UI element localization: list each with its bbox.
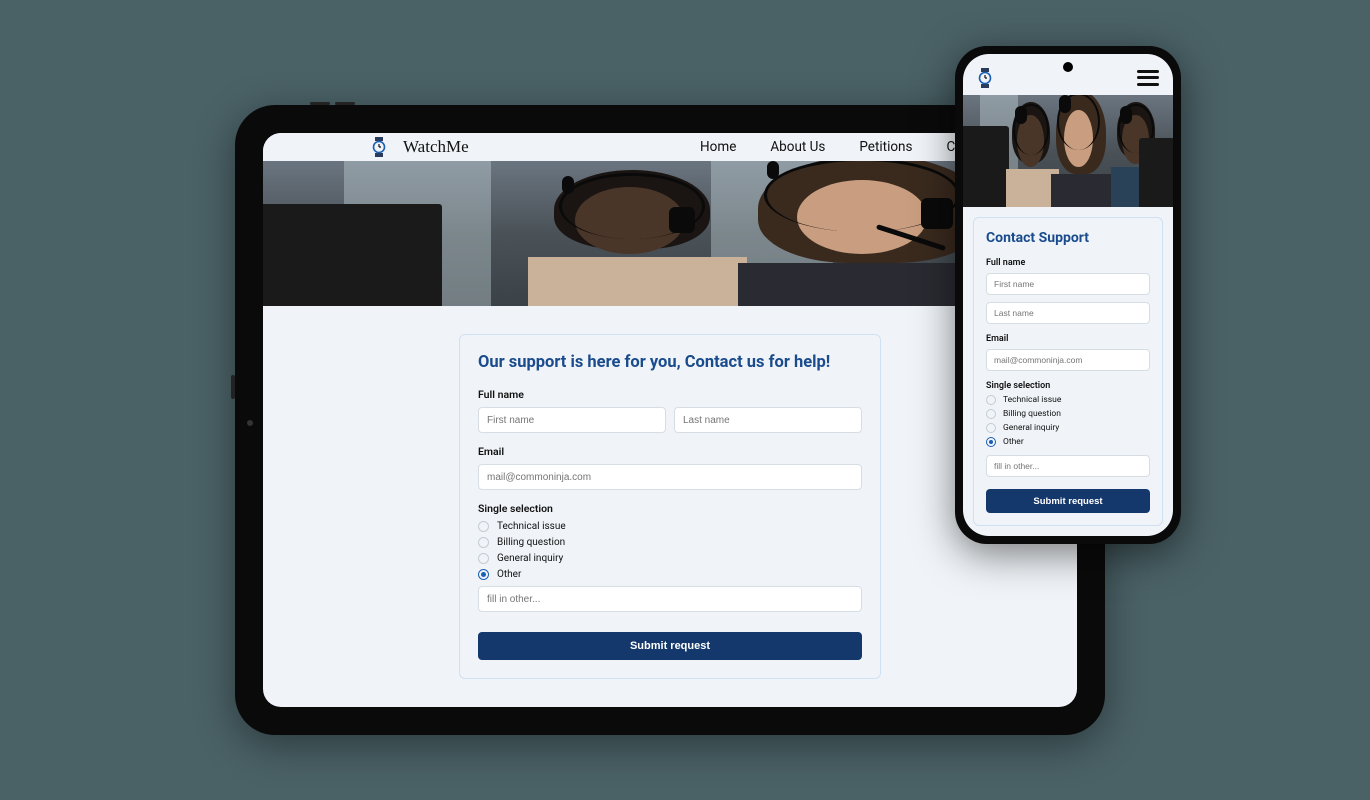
tablet-physical-button bbox=[310, 102, 330, 105]
tablet-physical-button bbox=[231, 375, 235, 399]
single-selection-label: Single selection bbox=[478, 502, 862, 515]
radio-other[interactable]: Other bbox=[478, 569, 862, 580]
email-input[interactable] bbox=[478, 464, 862, 490]
last-name-input[interactable] bbox=[674, 407, 862, 433]
form-title: Our support is here for you, Contact us … bbox=[478, 353, 862, 372]
hamburger-icon[interactable] bbox=[1137, 70, 1159, 86]
first-name-input[interactable] bbox=[986, 273, 1150, 295]
nav-home[interactable]: Home bbox=[700, 139, 736, 155]
email-input[interactable] bbox=[986, 349, 1150, 371]
watch-icon bbox=[371, 137, 387, 157]
form-title: Contact Support bbox=[986, 230, 1150, 246]
submit-button[interactable]: Submit request bbox=[986, 489, 1150, 513]
brand-name: WatchMe bbox=[403, 137, 469, 157]
contact-form-card: Contact Support Full name Email Single s… bbox=[973, 217, 1163, 526]
other-input[interactable] bbox=[986, 455, 1150, 477]
radio-general[interactable]: General inquiry bbox=[478, 553, 862, 564]
radio-icon bbox=[478, 537, 489, 548]
radio-icon bbox=[478, 553, 489, 564]
radio-label: Billing question bbox=[497, 537, 565, 548]
radio-other[interactable]: Other bbox=[986, 437, 1150, 447]
nav-petitions[interactable]: Petitions bbox=[859, 139, 912, 155]
form-area: Contact Support Full name Email Single s… bbox=[963, 207, 1173, 536]
phone-camera bbox=[1063, 62, 1073, 72]
full-name-label: Full name bbox=[478, 388, 862, 401]
phone-device: Contact Support Full name Email Single s… bbox=[955, 46, 1181, 544]
single-selection-label: Single selection bbox=[986, 381, 1150, 391]
radio-icon bbox=[986, 437, 996, 447]
contact-form-card: Our support is here for you, Contact us … bbox=[459, 334, 881, 679]
tablet-camera bbox=[247, 420, 253, 426]
radio-label: Technical issue bbox=[1003, 395, 1061, 405]
radio-label: Other bbox=[497, 569, 521, 580]
email-label: Email bbox=[478, 445, 862, 458]
main-nav: Home About Us Petitions Co bbox=[700, 139, 963, 155]
radio-icon bbox=[986, 409, 996, 419]
radio-label: General inquiry bbox=[497, 553, 563, 564]
radio-label: Technical issue bbox=[497, 521, 566, 532]
radio-billing[interactable]: Billing question bbox=[478, 537, 862, 548]
radio-label: Billing question bbox=[1003, 409, 1061, 419]
radio-technical[interactable]: Technical issue bbox=[986, 395, 1150, 405]
radio-icon bbox=[478, 569, 489, 580]
other-input[interactable] bbox=[478, 586, 862, 612]
tablet-physical-button bbox=[335, 102, 355, 105]
submit-button[interactable]: Submit request bbox=[478, 632, 862, 660]
phone-screen: Contact Support Full name Email Single s… bbox=[963, 54, 1173, 536]
watch-icon bbox=[977, 68, 993, 88]
hero-image bbox=[963, 95, 1173, 207]
radio-icon bbox=[478, 521, 489, 532]
radio-label: Other bbox=[1003, 437, 1024, 447]
radio-icon bbox=[986, 395, 996, 405]
radio-general[interactable]: General inquiry bbox=[986, 423, 1150, 433]
radio-label: General inquiry bbox=[1003, 423, 1059, 433]
last-name-input[interactable] bbox=[986, 302, 1150, 324]
first-name-input[interactable] bbox=[478, 407, 666, 433]
email-label: Email bbox=[986, 334, 1150, 344]
radio-billing[interactable]: Billing question bbox=[986, 409, 1150, 419]
radio-icon bbox=[986, 423, 996, 433]
full-name-label: Full name bbox=[986, 258, 1150, 268]
nav-about[interactable]: About Us bbox=[770, 139, 825, 155]
brand-block: WatchMe bbox=[371, 137, 469, 157]
radio-technical[interactable]: Technical issue bbox=[478, 521, 862, 532]
